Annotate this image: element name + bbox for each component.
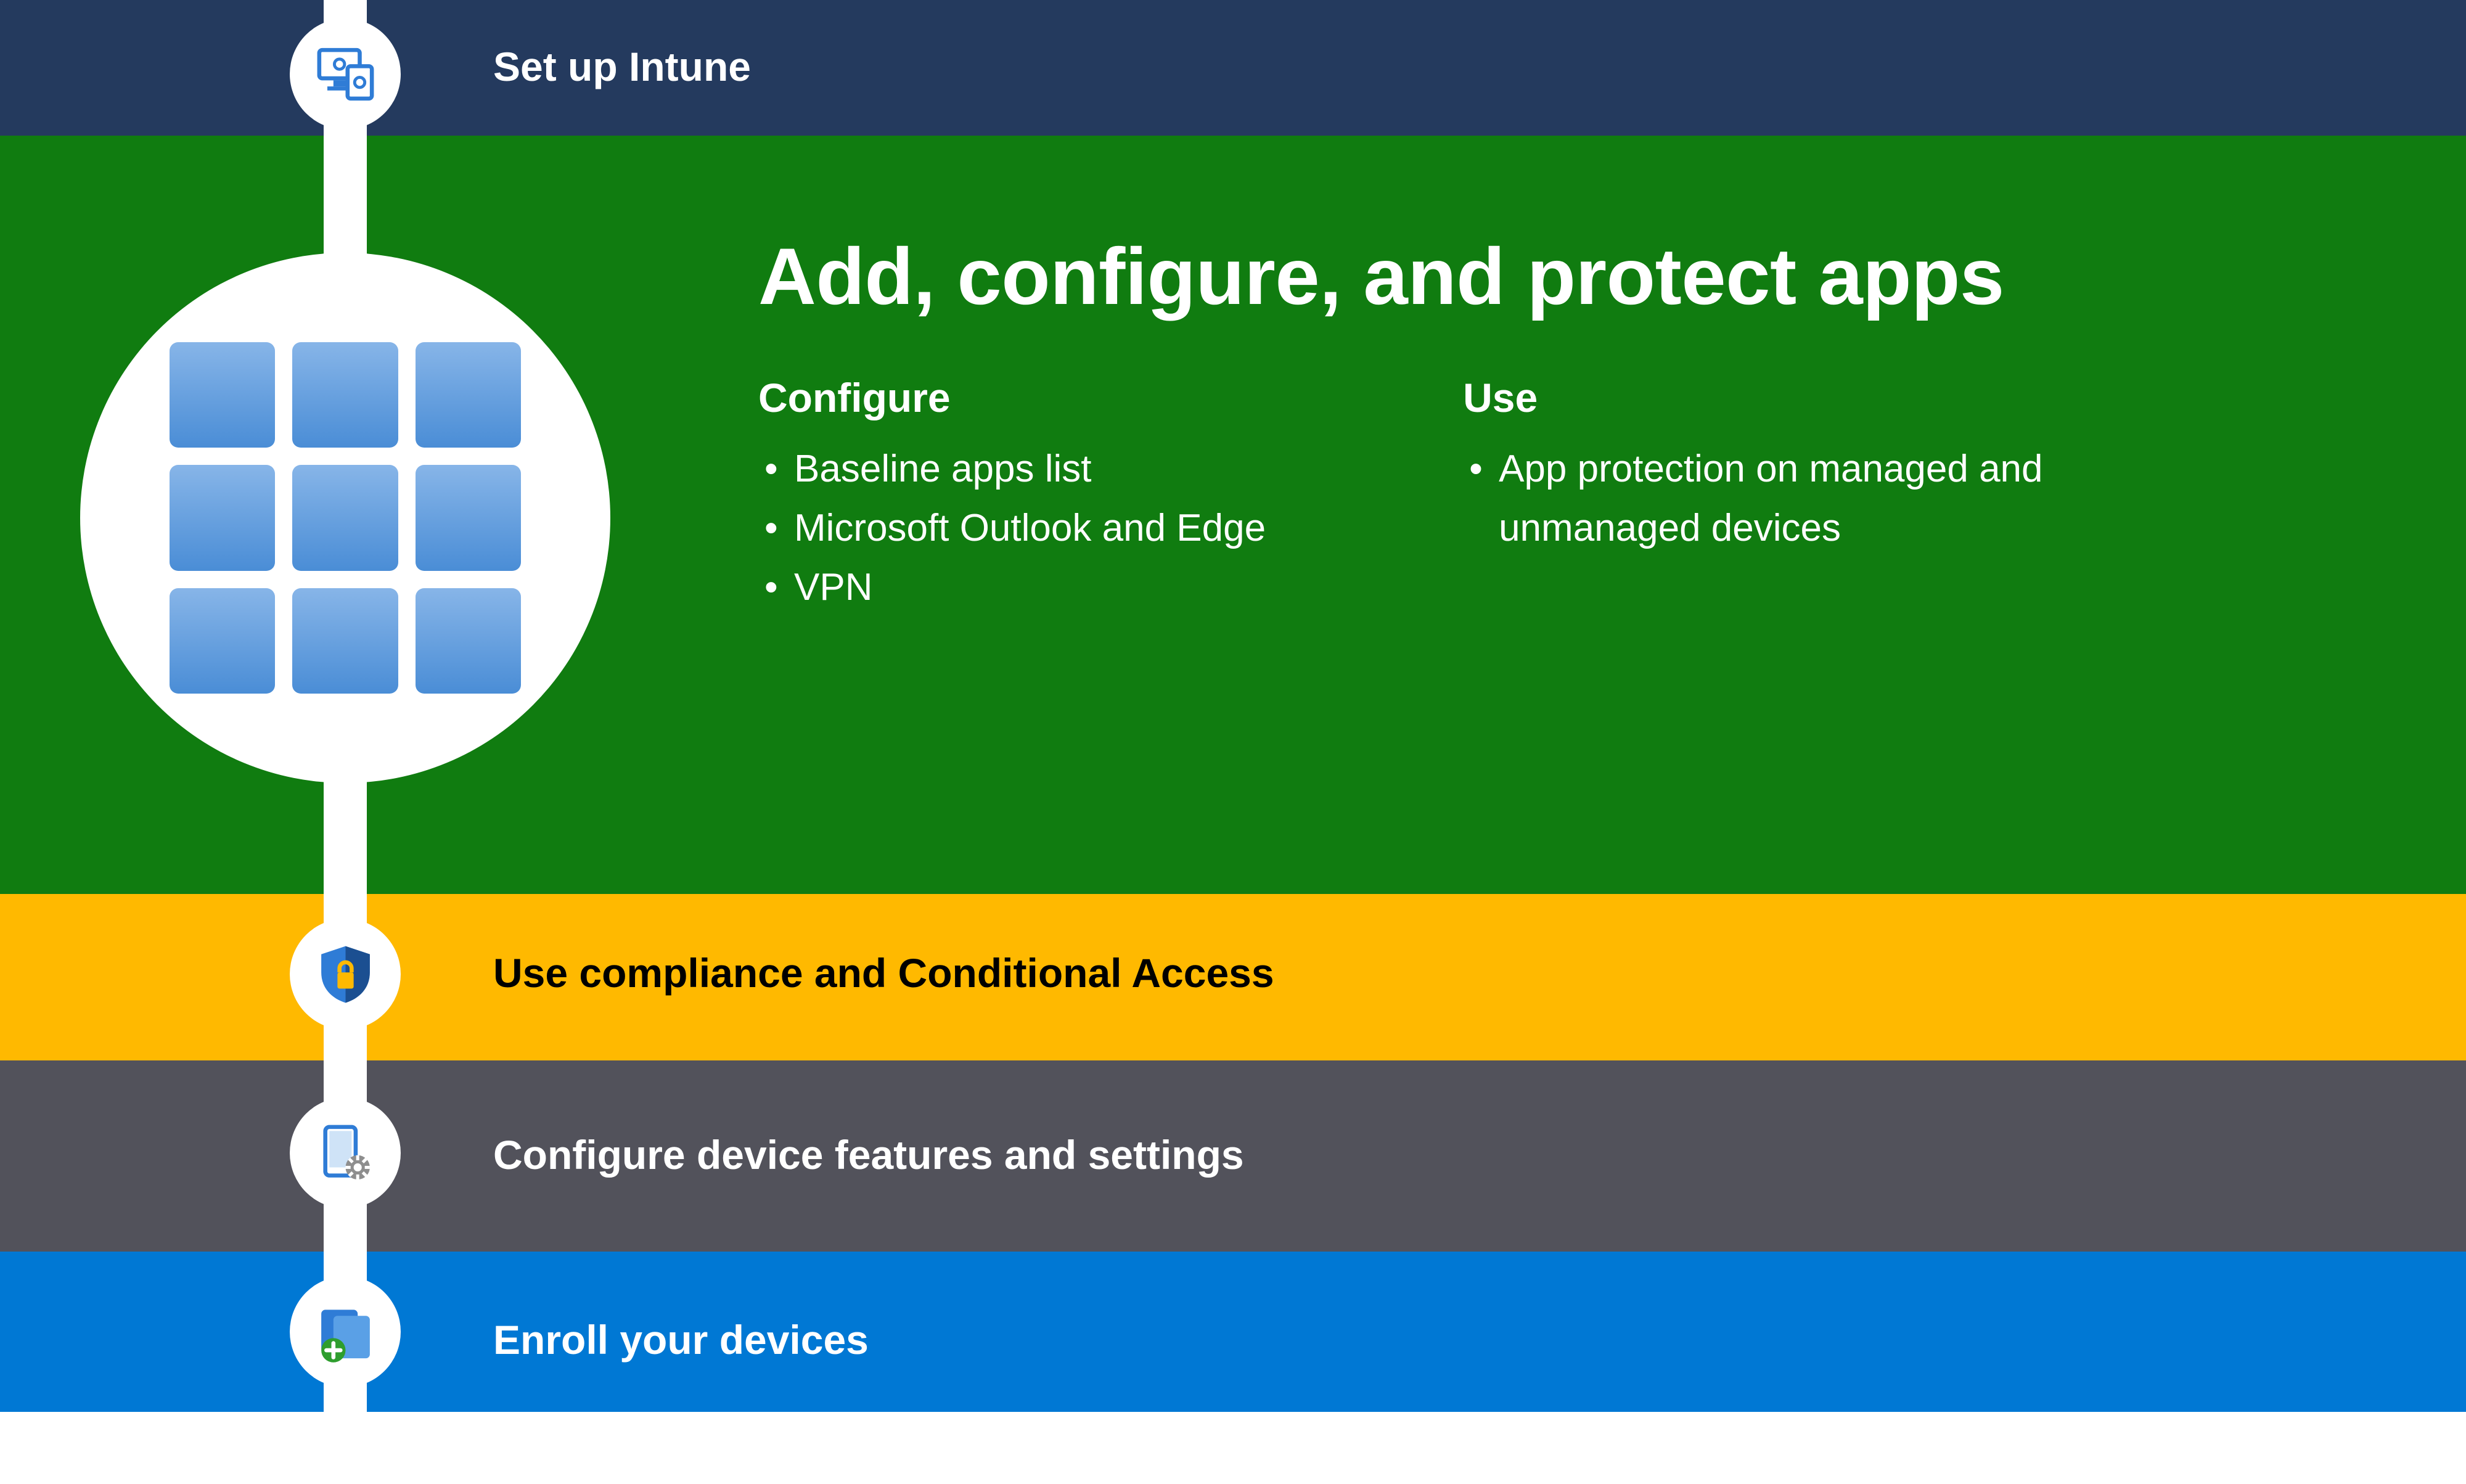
step3-label: Use compliance and Conditional Access [493, 953, 1274, 993]
step1-node [290, 18, 401, 129]
device-add-icon [313, 1300, 378, 1364]
step1-label: Set up Intune [493, 46, 751, 87]
list-item: App protection on managed and unmanaged … [1463, 440, 2141, 558]
step3-node [290, 919, 401, 1030]
step4-label: Configure device features and settings [493, 1134, 1244, 1175]
list-item: Microsoft Outlook and Edge [758, 499, 1266, 558]
step2-content: Add, configure, and protect apps Configu… [758, 234, 2367, 617]
intune-steps-diagram: Set up Intune Use compliance and Conditi… [0, 0, 2466, 1484]
list-item: Baseline apps list [758, 440, 1266, 499]
step4-node [290, 1097, 401, 1208]
device-settings-icon [313, 1121, 378, 1186]
apps-grid-icon [170, 342, 521, 694]
list-item: VPN [758, 558, 1266, 617]
column-use: Use App protection on managed and unmana… [1463, 374, 2141, 617]
step2-columns: Configure Baseline apps list Microsoft O… [758, 374, 2367, 617]
column-heading: Use [1463, 374, 2141, 421]
step5-node [290, 1276, 401, 1387]
column-configure: Configure Baseline apps list Microsoft O… [758, 374, 1266, 617]
step5-label: Enroll your devices [493, 1319, 869, 1360]
shield-lock-icon [313, 942, 378, 1007]
step2-title: Add, configure, and protect apps [758, 234, 2367, 319]
monitor-device-icon [313, 42, 378, 107]
step2-node [80, 253, 610, 783]
column-heading: Configure [758, 374, 1266, 421]
